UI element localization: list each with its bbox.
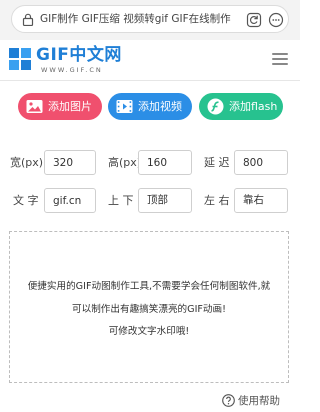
- dropzone-line-2: 可以制作出有趣搞笑漂亮的GIF动画!: [72, 304, 226, 315]
- height-label: 高(px): [108, 156, 142, 169]
- menu-dots-icon[interactable]: [268, 12, 284, 28]
- logo-text[interactable]: GIF中文网: [36, 45, 122, 65]
- add-flash-label: 添加flash: [229, 100, 278, 113]
- logo-subtitle: WWW.GIF.CN: [41, 66, 103, 74]
- delay-label: 延 迟: [204, 156, 230, 169]
- horizontal-position-value: 靠右: [243, 194, 264, 206]
- browser-toolbar: GIF制作 GIF压缩 视频转gif GIF在线制作: [0, 0, 300, 40]
- flash-icon: [207, 98, 224, 115]
- site-header: GIF中文网 WWW.GIF.CN: [0, 40, 300, 81]
- horizontal-position-select[interactable]: 靠右: [234, 188, 288, 213]
- help-link[interactable]: 使用帮助: [222, 394, 289, 408]
- text-label: 文 字: [13, 194, 39, 207]
- logo-icon[interactable]: [9, 46, 33, 70]
- dropzone-line-3: 可修改文字水印哦!: [108, 326, 190, 337]
- address-url[interactable]: GIF制作 GIF压缩 视频转gif GIF在线制作: [40, 12, 240, 26]
- upload-dropzone[interactable]: 便捷实用的GIF动图制作工具,不需要学会任何制图软件,就 可以制作出有趣搞笑漂亮…: [9, 231, 289, 383]
- vertical-position-label: 上 下: [108, 194, 134, 207]
- image-icon: [26, 100, 43, 113]
- add-flash-button[interactable]: 添加flash: [199, 93, 283, 120]
- lock-icon: [22, 13, 34, 26]
- hamburger-menu-icon[interactable]: [272, 53, 288, 66]
- dropzone-line-1: 便捷实用的GIF动图制作工具,不需要学会任何制图软件,就: [27, 281, 271, 292]
- vertical-position-value: 顶部: [147, 194, 168, 206]
- width-label: 宽(px): [10, 156, 44, 169]
- delay-input[interactable]: [234, 150, 288, 175]
- help-label: 使用帮助: [238, 395, 280, 407]
- add-image-label: 添加图片: [48, 100, 92, 113]
- reload-icon[interactable]: [246, 12, 262, 28]
- add-video-button[interactable]: 添加视频: [108, 93, 192, 120]
- horizontal-position-label: 左 右: [204, 194, 230, 207]
- vertical-position-select[interactable]: 顶部: [138, 188, 192, 213]
- add-video-label: 添加视频: [138, 100, 182, 113]
- width-input[interactable]: [44, 150, 96, 175]
- watermark-text-input[interactable]: [44, 188, 96, 213]
- help-icon: [222, 394, 235, 407]
- address-bar[interactable]: GIF制作 GIF压缩 视频转gif GIF在线制作: [11, 5, 289, 33]
- video-icon: [116, 100, 133, 113]
- height-input[interactable]: [138, 150, 192, 175]
- add-image-button[interactable]: 添加图片: [18, 93, 102, 120]
